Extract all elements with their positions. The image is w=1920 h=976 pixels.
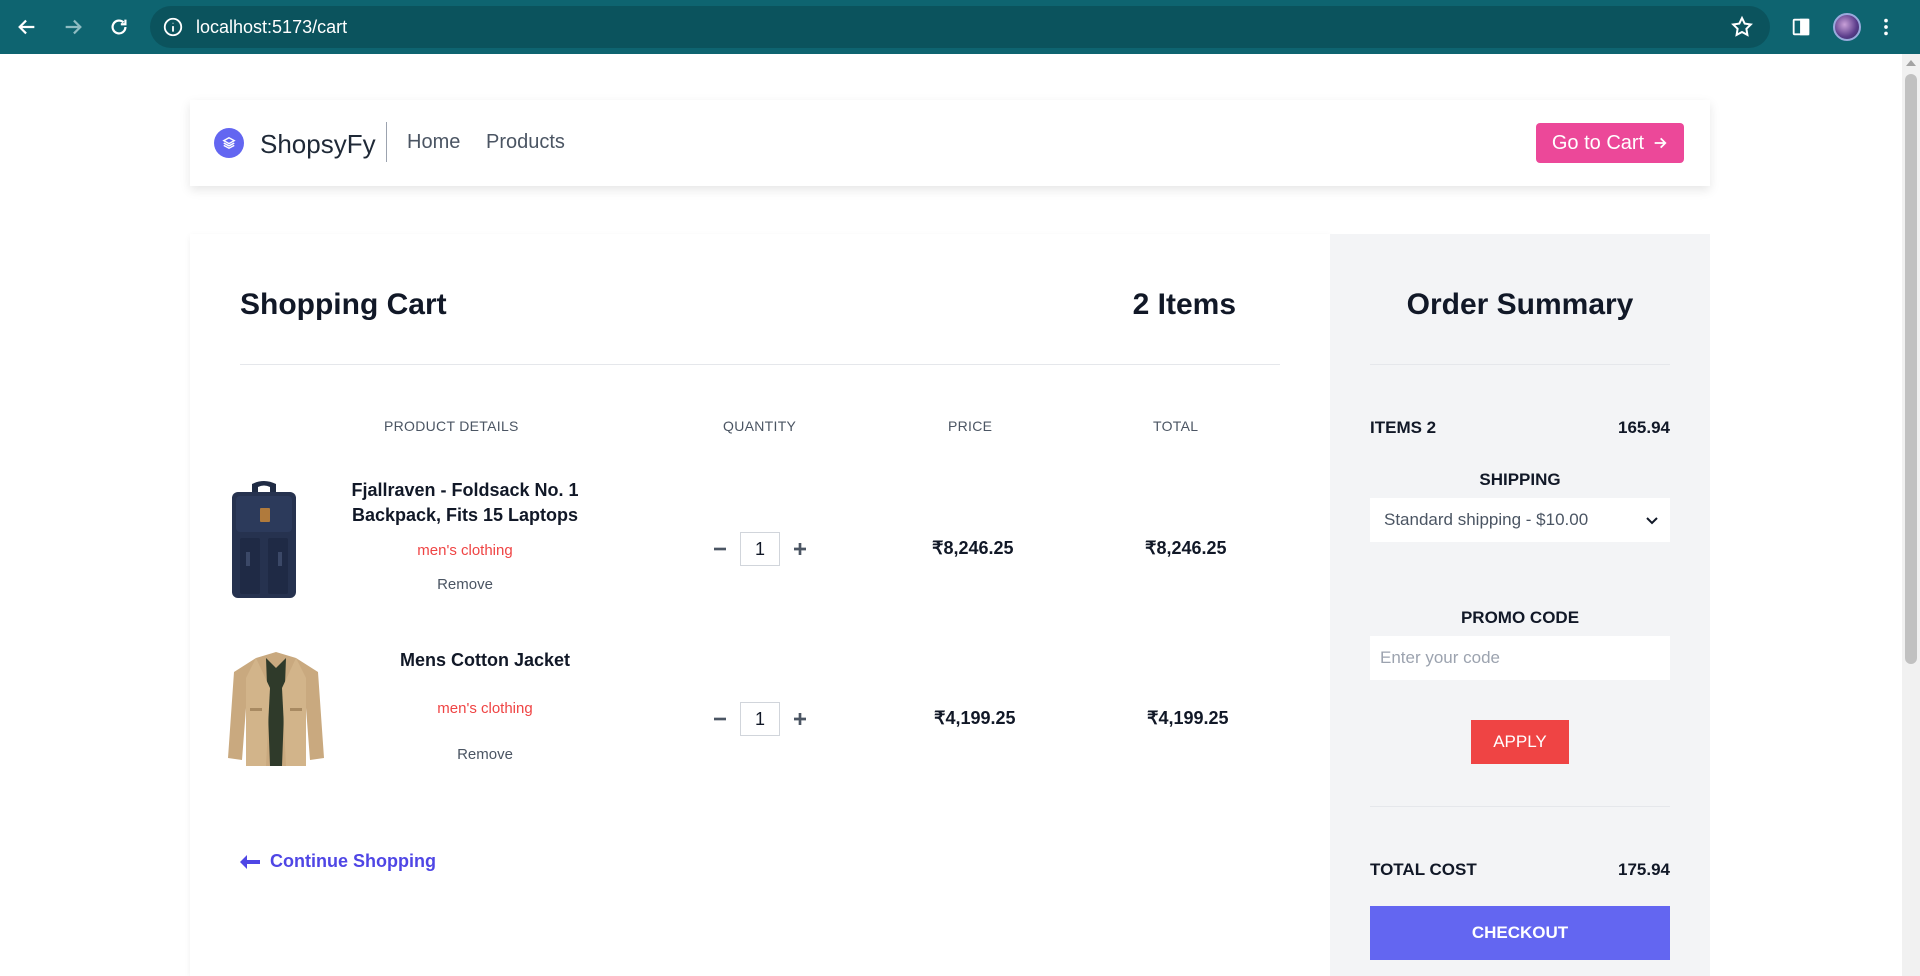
shopping-cart-panel: Shopping Cart 2 Items PRODUCT DETAILS QU… xyxy=(190,234,1330,976)
star-icon[interactable] xyxy=(1730,15,1754,39)
arrow-right-icon xyxy=(1654,137,1667,149)
summary-divider xyxy=(1370,364,1670,365)
avatar xyxy=(1833,13,1861,41)
scrollbar-thumb[interactable] xyxy=(1905,74,1917,664)
header-product-details: PRODUCT DETAILS xyxy=(384,418,519,434)
header-total: TOTAL xyxy=(1153,418,1199,434)
apply-button[interactable]: APPLY xyxy=(1471,720,1569,764)
summary-divider xyxy=(1370,806,1670,807)
back-icon[interactable] xyxy=(12,12,42,42)
quantity-input[interactable]: 1 xyxy=(740,702,780,736)
site-navbar: ShopsyFy Home Products Go to Cart xyxy=(190,100,1710,186)
items-value: 165.94 xyxy=(1618,418,1670,437)
item-category: men's clothing xyxy=(417,542,513,559)
shipping-selected-value: Standard shipping - $10.00 xyxy=(1384,510,1589,529)
scroll-up-icon[interactable] xyxy=(1906,60,1916,66)
quantity-stepper: 1 xyxy=(710,532,810,566)
item-name: Mens Cotton Jacket xyxy=(399,650,571,670)
header-price: PRICE xyxy=(948,418,993,434)
nav-link-home[interactable]: Home xyxy=(407,131,460,154)
item-category: men's clothing xyxy=(437,700,533,717)
page-scrollbar[interactable] xyxy=(1902,54,1920,976)
plus-icon[interactable] xyxy=(790,709,810,729)
quantity-input[interactable]: 1 xyxy=(740,532,780,566)
profile-avatar[interactable] xyxy=(1832,12,1862,42)
item-total: ₹8,246.25 xyxy=(1145,538,1227,558)
forward-icon[interactable] xyxy=(58,12,88,42)
minus-icon[interactable] xyxy=(710,539,730,559)
quantity-stepper: 1 xyxy=(710,702,810,736)
item-price: ₹4,199.25 xyxy=(934,708,1016,728)
shipping-select[interactable]: Standard shipping - $10.00 xyxy=(1370,498,1670,542)
shipping-label: SHIPPING xyxy=(1479,470,1561,489)
nav-divider xyxy=(386,122,387,162)
info-icon[interactable] xyxy=(162,16,184,38)
item-price: ₹8,246.25 xyxy=(932,538,1014,558)
nav-link-products[interactable]: Products xyxy=(486,131,565,154)
remove-button[interactable]: Remove xyxy=(310,576,620,593)
remove-button[interactable]: Remove xyxy=(330,746,640,763)
menu-icon[interactable] xyxy=(1874,12,1898,42)
total-cost-label: TOTAL COST xyxy=(1370,860,1477,879)
logo-icon[interactable] xyxy=(214,128,244,158)
chevron-down-icon xyxy=(1646,517,1658,525)
arrow-left-icon xyxy=(240,854,260,869)
page: ShopsyFy Home Products Go to Cart Shoppi… xyxy=(0,54,1902,976)
jacket-image[interactable] xyxy=(226,648,326,770)
item-name: Fjallraven - Foldsack No. 1 Backpack, Fi… xyxy=(351,480,579,525)
summary-items-row: ITEMS 2 165.94 xyxy=(1370,418,1670,438)
url-text[interactable]: localhost:5173/cart xyxy=(196,17,347,38)
checkout-button[interactable]: CHECKOUT xyxy=(1370,906,1670,960)
header-quantity: QUANTITY xyxy=(723,418,797,434)
minus-icon[interactable] xyxy=(710,709,730,729)
continue-shopping-link[interactable]: Continue Shopping xyxy=(240,851,436,872)
backpack-image[interactable] xyxy=(226,478,302,602)
items-label: ITEMS 2 xyxy=(1370,418,1437,437)
item-total: ₹4,199.25 xyxy=(1147,708,1229,728)
order-summary-panel: Order Summary ITEMS 2 165.94 SHIPPING St… xyxy=(1330,234,1710,976)
summary-total-row: TOTAL COST 175.94 xyxy=(1370,860,1670,880)
address-bar[interactable]: localhost:5173/cart xyxy=(150,6,1770,48)
cart-title: Shopping Cart xyxy=(240,288,447,321)
promo-code-input[interactable]: Enter your code xyxy=(1370,636,1670,680)
total-cost-value: 175.94 xyxy=(1618,860,1670,879)
promo-code-label: PROMO CODE xyxy=(1460,608,1580,627)
continue-shopping-label: Continue Shopping xyxy=(270,851,436,871)
cart-divider xyxy=(240,364,1280,365)
browser-toolbar: localhost:5173/cart xyxy=(0,0,1920,54)
order-summary-title: Order Summary xyxy=(1406,288,1634,321)
brand-name[interactable]: ShopsyFy xyxy=(260,129,376,160)
go-to-cart-button[interactable]: Go to Cart xyxy=(1536,123,1684,163)
cart-item-count: 2 Items xyxy=(1132,288,1236,321)
side-panel-icon[interactable] xyxy=(1786,12,1816,42)
plus-icon[interactable] xyxy=(790,539,810,559)
reload-icon[interactable] xyxy=(104,12,134,42)
go-to-cart-label: Go to Cart xyxy=(1551,131,1645,154)
